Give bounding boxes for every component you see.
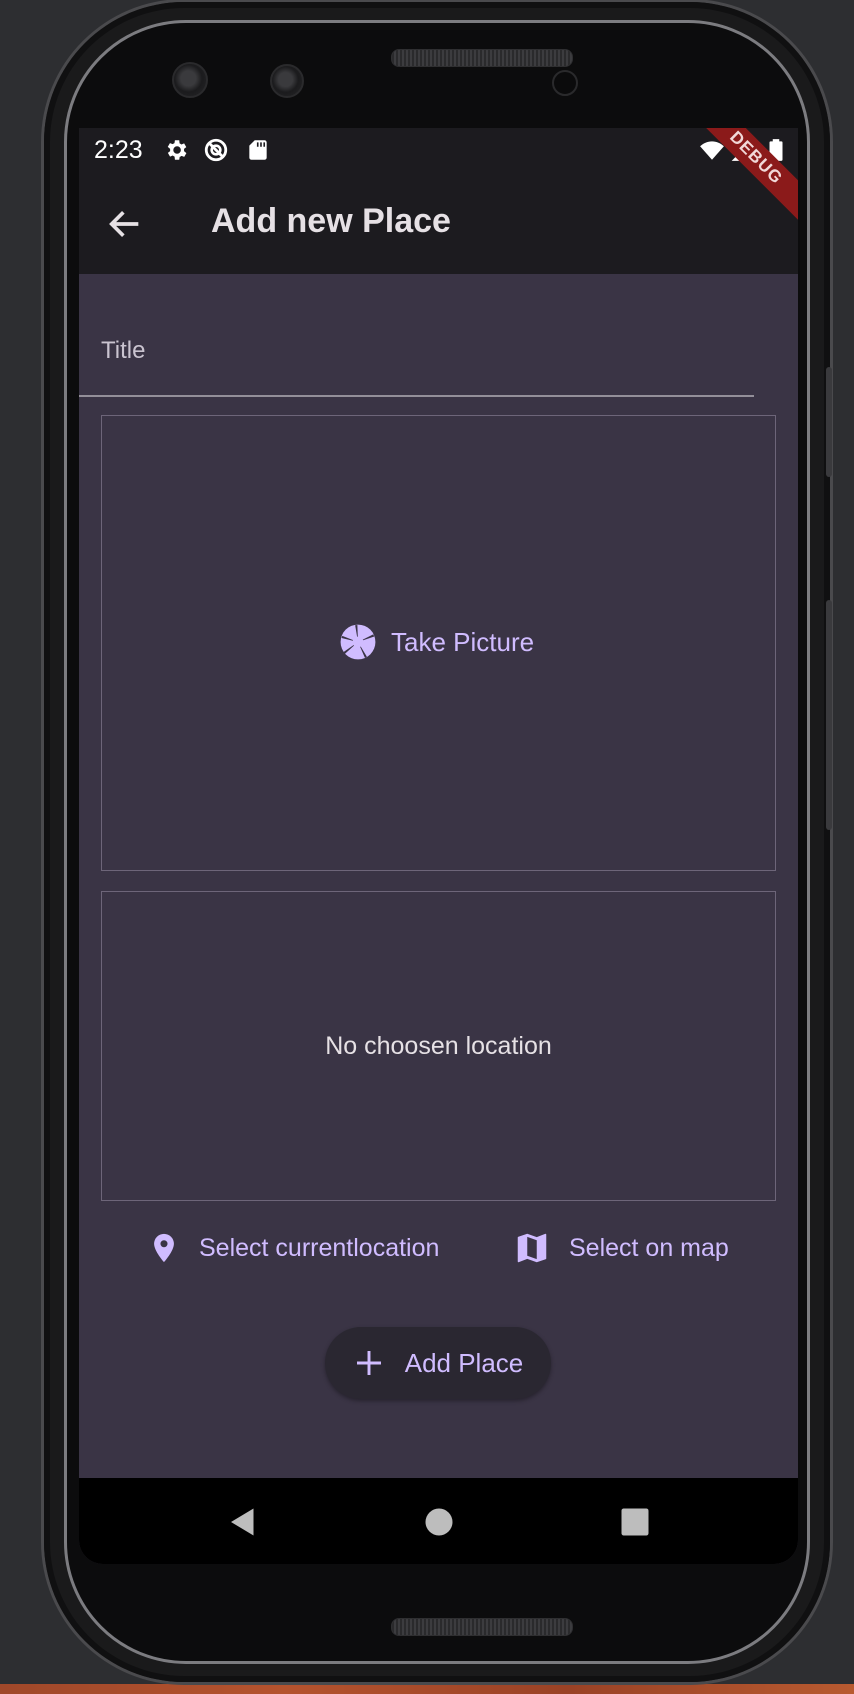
title-underline (79, 395, 754, 397)
status-bar: 2:23 (79, 128, 798, 174)
arrow-back-icon[interactable] (105, 204, 145, 244)
recents-square-icon[interactable] (617, 1504, 653, 1540)
app-bar: Add new Place (79, 174, 798, 274)
select-current-location-button[interactable]: Select currentlocation (147, 1225, 439, 1271)
system-nav-bar (79, 1478, 798, 1564)
add-place-label: Add Place (404, 1347, 524, 1378)
top-speaker (391, 49, 573, 67)
image-preview-box: Take Picture (101, 415, 776, 871)
desktop-background-strip (0, 1684, 854, 1694)
map-icon (517, 1233, 547, 1263)
take-picture-label: Take Picture (391, 626, 535, 657)
select-on-map-button[interactable]: Select on map (513, 1225, 729, 1271)
no-location-text: No choosen location (325, 1032, 552, 1060)
proximity-sensor (552, 70, 578, 96)
take-picture-button[interactable]: Take Picture (339, 619, 534, 665)
camera-shutter-icon (340, 624, 376, 660)
add-place-button[interactable]: Add Place (325, 1327, 551, 1399)
status-time: 2:23 (94, 136, 143, 164)
home-circle-icon[interactable] (421, 1504, 457, 1540)
front-camera-left (172, 62, 208, 98)
sd-card-icon (249, 140, 267, 160)
no-disturb-icon (204, 138, 228, 162)
bottom-speaker (391, 1618, 573, 1636)
volume-button (826, 600, 832, 830)
title-field[interactable] (101, 306, 776, 398)
select-current-location-label: Select currentlocation (199, 1233, 440, 1262)
back-triangle-icon[interactable] (225, 1504, 261, 1540)
plus-icon (356, 1351, 381, 1375)
app-screen: 2:23 Add new Place DEBUG Title Take Pict… (79, 128, 798, 1564)
front-camera-right (270, 64, 304, 98)
page-title: Add new Place (211, 202, 451, 240)
power-button (826, 367, 832, 477)
title-input[interactable] (101, 306, 776, 396)
location-preview-box: No choosen location (101, 891, 776, 1201)
settings-icon (167, 140, 187, 160)
select-on-map-label: Select on map (569, 1233, 729, 1262)
location-pin-icon (154, 1233, 174, 1263)
